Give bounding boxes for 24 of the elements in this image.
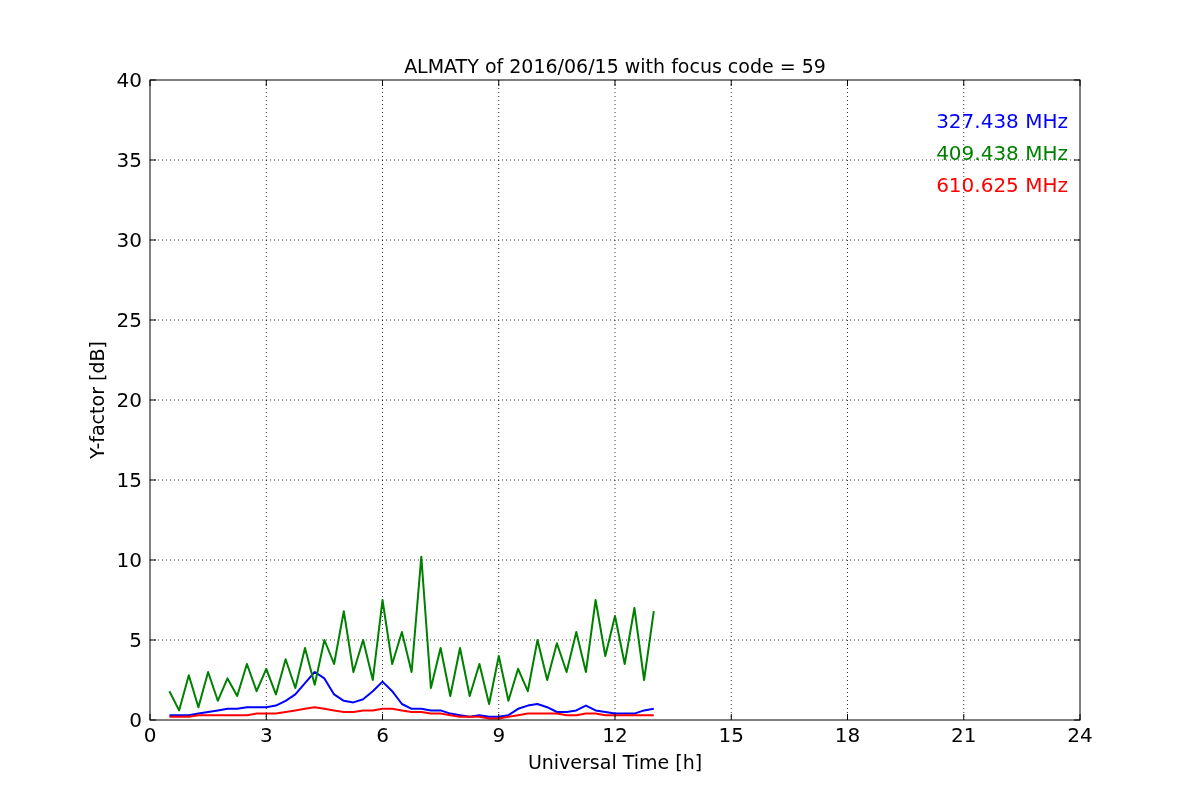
x-tick-label: 0 (143, 723, 157, 747)
chart-title: ALMATY of 2016/06/15 with focus code = 59 (404, 55, 826, 77)
y-tick-label: 30 (116, 228, 142, 252)
x-tick-label: 12 (602, 723, 628, 747)
legend-label: 610.625 MHz (936, 173, 1068, 197)
y-tick-label: 0 (129, 708, 142, 732)
y-tick-label: 5 (129, 628, 142, 652)
y-tick-label: 25 (116, 308, 142, 332)
y-tick-label: 15 (116, 468, 142, 492)
y-tick-label: 20 (116, 388, 142, 412)
x-tick-label: 24 (1067, 723, 1093, 747)
legend-label: 409.438 MHz (936, 141, 1068, 165)
x-tick-label: 6 (376, 723, 389, 747)
x-tick-label: 9 (492, 723, 506, 747)
x-tick-label: 18 (834, 723, 861, 747)
x-axis-label: Universal Time [h] (527, 751, 703, 773)
y-tick-label: 40 (116, 68, 142, 92)
x-tick-label: 21 (951, 723, 977, 747)
y-axis-label: Y-factor [dB] (86, 341, 108, 459)
y-tick-label: 10 (116, 548, 142, 572)
legend-label: 327.438 MHz (936, 109, 1068, 133)
x-tick-label: 3 (259, 723, 273, 747)
y-tick-label: 35 (116, 148, 142, 172)
x-tick-label: 15 (718, 723, 744, 747)
